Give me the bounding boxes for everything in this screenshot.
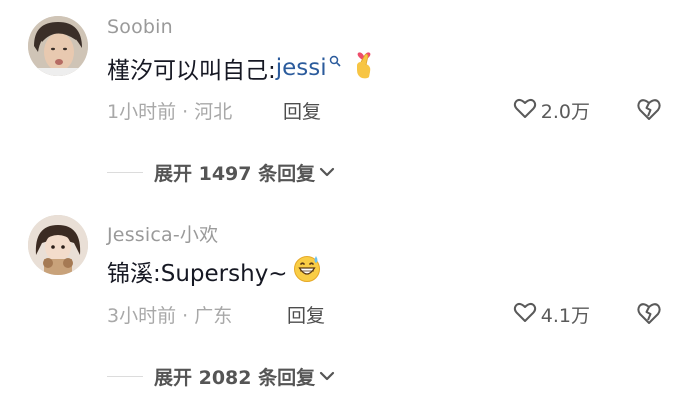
comment-text: 锦溪:Supershy~ xyxy=(107,253,322,289)
username[interactable]: Jessica-小欢 xyxy=(107,220,218,247)
expand-replies-button[interactable]: 展开 2082 条回复 xyxy=(107,363,335,390)
avatar[interactable] xyxy=(28,16,88,76)
reply-button[interactable]: 回复 xyxy=(287,301,325,328)
expand-replies-button[interactable]: 展开 1497 条回复 xyxy=(107,159,335,186)
timestamp: 3小时前 xyxy=(107,305,177,327)
broken-heart-icon[interactable] xyxy=(636,97,662,125)
broken-heart-icon[interactable] xyxy=(636,301,662,329)
chevron-down-icon xyxy=(319,367,335,386)
search-icon[interactable] xyxy=(329,47,341,73)
timestamp: 1小时前 xyxy=(107,101,177,123)
heart-outline-icon[interactable] xyxy=(513,301,537,328)
like-count: 4.1万 xyxy=(540,305,590,327)
expand-replies-label: 展开 2082 条回复 xyxy=(154,367,316,389)
location: 河北 xyxy=(194,101,233,123)
location: 广东 xyxy=(194,305,233,327)
comment-body: 槿汐可以叫自己: xyxy=(107,58,276,84)
divider xyxy=(107,376,143,377)
comment-meta: 3小时前 · 广东 xyxy=(107,301,232,328)
like-button[interactable]: 4.1万 xyxy=(513,301,590,328)
like-count: 2.0万 xyxy=(540,101,590,123)
like-button[interactable]: 2.0万 xyxy=(513,97,590,124)
comment-body: 锦溪:Supershy~ xyxy=(107,261,288,287)
heart-outline-icon[interactable] xyxy=(513,97,537,124)
divider xyxy=(107,172,143,173)
comment-text: 槿汐可以叫自己: jessi xyxy=(107,50,377,86)
heart-hand-emoji xyxy=(351,50,377,86)
meta-separator: · xyxy=(182,305,195,327)
avatar[interactable] xyxy=(28,215,88,275)
grin-sweat-emoji xyxy=(292,253,322,289)
search-link[interactable]: jessi xyxy=(276,55,327,81)
comment-meta: 1小时前 · 河北 xyxy=(107,97,232,124)
reply-button[interactable]: 回复 xyxy=(283,97,321,124)
meta-separator: · xyxy=(182,101,195,123)
chevron-down-icon xyxy=(319,163,335,182)
expand-replies-label: 展开 1497 条回复 xyxy=(154,163,316,185)
username[interactable]: Soobin xyxy=(107,16,173,38)
